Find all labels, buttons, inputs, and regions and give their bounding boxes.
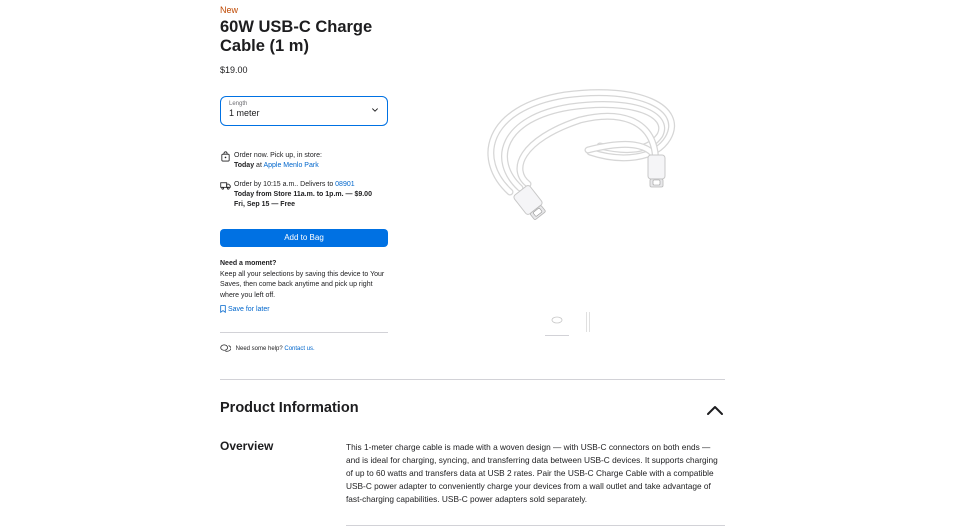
delivery-line1: Order by 10:15 a.m.. Delivers to: [234, 181, 336, 188]
contact-us-link[interactable]: Contact us.: [284, 346, 314, 352]
overview-text: This 1-meter charge cable is made with a…: [346, 442, 718, 504]
help-text: Need some help?: [235, 346, 285, 353]
store-link[interactable]: Apple Menlo Park: [263, 162, 318, 169]
pickup-line1: Order now. Pick up, in store:: [234, 152, 322, 159]
length-select-value: 1 meter: [229, 108, 260, 118]
save-for-later-link[interactable]: Save for later: [220, 305, 270, 313]
add-to-bag-button[interactable]: Add to Bag: [220, 229, 388, 247]
product-information-heading: Product Information: [220, 400, 359, 416]
zip-link[interactable]: 08901: [335, 181, 354, 188]
length-select-label: Length: [229, 101, 248, 107]
divider: [220, 332, 388, 333]
section-divider: [220, 379, 725, 380]
new-badge: New: [220, 5, 239, 15]
overview-heading: Overview: [220, 439, 274, 453]
overview-divider: [346, 525, 725, 526]
store-icon: [221, 151, 230, 162]
need-moment-section: Need a moment? Keep all your selections …: [220, 259, 388, 301]
truck-icon: [220, 182, 231, 190]
save-for-later-label: Save for later: [227, 305, 270, 313]
cable-product-image: [487, 89, 676, 220]
need-moment-heading: Need a moment?: [220, 260, 277, 267]
help-line: Need some help? Contact us.: [220, 344, 315, 353]
chevron-up-icon[interactable]: [706, 404, 724, 416]
pickup-info: Order now. Pick up, in store: Today at A…: [220, 151, 388, 171]
bookmark-icon: [220, 305, 226, 313]
chevron-down-icon: [372, 108, 378, 112]
product-title: 60W USB-C Charge Cable (1 m): [220, 18, 373, 55]
image-thumbnails[interactable]: [545, 312, 595, 338]
delivery-line2: Today from Store 11a.m. to 1p.m. — $9.00: [234, 191, 372, 198]
pickup-today: Today: [234, 162, 255, 169]
delivery-line3: Fri, Sep 15 — Free: [234, 201, 296, 208]
product-price: $19.00: [220, 65, 248, 75]
chat-icon: [220, 344, 231, 352]
need-moment-body: Keep all your selections by saving this …: [220, 270, 385, 299]
length-select[interactable]: Length 1 meter: [220, 96, 388, 126]
delivery-info: Order by 10:15 a.m.. Delivers to 08901 T…: [220, 180, 388, 210]
